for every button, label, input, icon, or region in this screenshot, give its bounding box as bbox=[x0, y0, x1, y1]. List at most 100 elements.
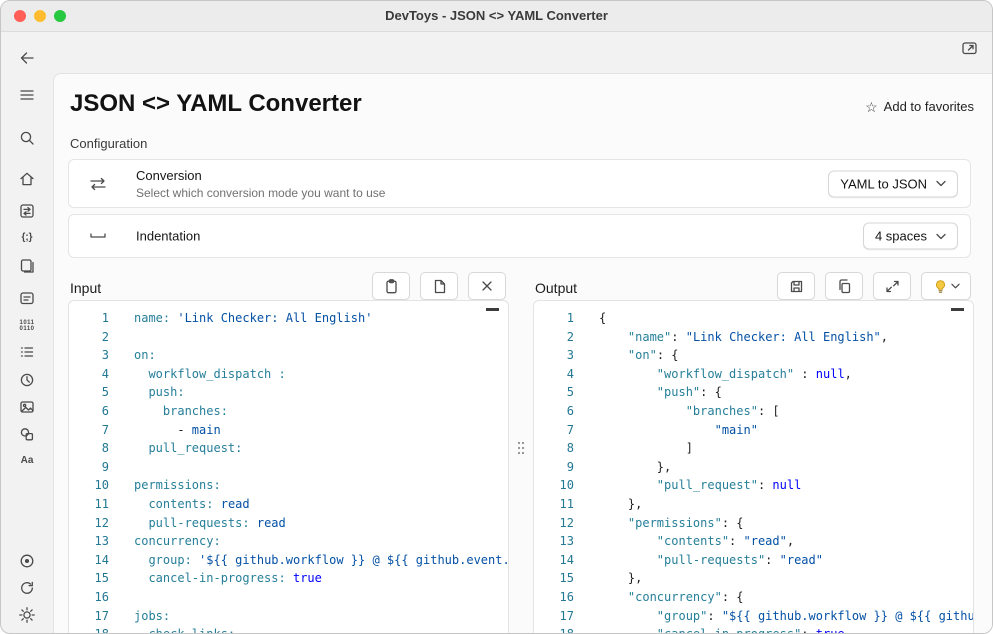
sidebar-item-list-tools[interactable] bbox=[12, 338, 42, 366]
code-text: "cancel-in-progress": true bbox=[574, 625, 845, 633]
conversion-mode-value: YAML to JSON bbox=[840, 176, 927, 191]
zoom-window-button[interactable] bbox=[54, 10, 66, 22]
code-line: 15 }, bbox=[534, 569, 973, 588]
code-line: 7 "main" bbox=[534, 421, 973, 440]
code-line: 10permissions: bbox=[69, 476, 508, 495]
feedback-button[interactable] bbox=[12, 547, 42, 575]
close-icon bbox=[480, 279, 494, 293]
line-number: 15 bbox=[534, 569, 574, 588]
code-line: 4 workflow_dispatch : bbox=[69, 365, 508, 384]
sidebar-item-generators[interactable] bbox=[12, 284, 42, 312]
sidebar-item-testers[interactable] bbox=[12, 366, 42, 394]
code-text: check-links: bbox=[109, 625, 235, 633]
scrollbar-marker bbox=[486, 308, 499, 311]
add-to-favorites-button[interactable]: ☆ Add to favorites bbox=[865, 99, 974, 114]
code-line: 13 "contents": "read", bbox=[534, 532, 973, 551]
line-number: 6 bbox=[69, 402, 109, 421]
braces-icon: {;} bbox=[21, 233, 32, 243]
output-editor[interactable]: 1{2 "name": "Link Checker: All English",… bbox=[533, 300, 974, 633]
configuration-heading: Configuration bbox=[70, 136, 147, 151]
code-text: "pull-requests": "read" bbox=[574, 551, 823, 570]
output-code[interactable]: 1{2 "name": "Link Checker: All English",… bbox=[534, 301, 973, 633]
code-text: group: '${{ github.workflow }} @ ${{ git… bbox=[109, 551, 509, 570]
line-number: 9 bbox=[69, 458, 109, 477]
code-line: 1{ bbox=[534, 309, 973, 328]
sidebar-item-color-tools[interactable] bbox=[12, 420, 42, 448]
copy-button[interactable] bbox=[825, 272, 863, 300]
code-line: 9 }, bbox=[534, 458, 973, 477]
code-text: "branches": [ bbox=[574, 402, 780, 421]
code-text: contents: read bbox=[109, 495, 250, 514]
sidebar-item-binary-tools[interactable]: 1011 0110 bbox=[12, 312, 42, 340]
code-text: branches: bbox=[109, 402, 228, 421]
expand-button[interactable] bbox=[873, 272, 911, 300]
code-text: pull_request: bbox=[109, 439, 242, 458]
hamburger-menu-icon bbox=[18, 86, 36, 104]
line-number: 18 bbox=[69, 625, 109, 633]
code-text: "workflow_dispatch" : null, bbox=[574, 365, 852, 384]
conversion-title: Conversion bbox=[136, 168, 202, 183]
sidebar-item-encoders-decoders[interactable]: {;} bbox=[12, 224, 42, 252]
code-text: workflow_dispatch : bbox=[109, 365, 286, 384]
code-text: cancel-in-progress: true bbox=[109, 569, 322, 588]
star-icon: ☆ bbox=[865, 100, 878, 114]
input-editor[interactable]: 1name: 'Link Checker: All English'23on:4… bbox=[68, 300, 509, 633]
code-text: "concurrency": { bbox=[574, 588, 744, 607]
code-text: }, bbox=[574, 458, 671, 477]
code-line: 8 pull_request: bbox=[69, 439, 508, 458]
check-updates-button[interactable] bbox=[12, 574, 42, 602]
detach-window-button[interactable] bbox=[959, 37, 979, 57]
indentation-select[interactable]: 4 spaces bbox=[863, 223, 958, 250]
sidebar: {;} 1011 0110 Aa bbox=[1, 31, 53, 633]
app-window: DevToys - JSON <> YAML Converter {;} bbox=[0, 0, 993, 634]
save-icon bbox=[788, 278, 805, 295]
shapes-icon bbox=[18, 425, 36, 443]
indentation-title: Indentation bbox=[136, 229, 200, 244]
settings-button[interactable] bbox=[12, 601, 42, 629]
code-line: 16 "concurrency": { bbox=[534, 588, 973, 607]
save-button[interactable] bbox=[777, 272, 815, 300]
paste-button[interactable] bbox=[372, 272, 410, 300]
converters-icon bbox=[18, 202, 36, 220]
code-text bbox=[109, 458, 134, 477]
copy-icon bbox=[836, 278, 853, 295]
line-number: 10 bbox=[69, 476, 109, 495]
sidebar-item-graphic-tools[interactable] bbox=[12, 393, 42, 421]
line-number: 1 bbox=[534, 309, 574, 328]
sidebar-item-formatters[interactable] bbox=[12, 252, 42, 280]
code-line: 3on: bbox=[69, 346, 508, 365]
code-text: on: bbox=[109, 346, 156, 365]
grip-dots-icon bbox=[516, 440, 526, 456]
indentation-setting-card: Indentation 4 spaces bbox=[68, 214, 971, 258]
panel-splitter-handle[interactable] bbox=[516, 440, 526, 456]
minimize-window-button[interactable] bbox=[34, 10, 46, 22]
code-line: 5 "push": { bbox=[534, 383, 973, 402]
sidebar-item-text-tools[interactable]: Aa bbox=[12, 447, 42, 475]
code-line: 2 "name": "Link Checker: All English", bbox=[534, 328, 973, 347]
sidebar-item-home[interactable] bbox=[12, 165, 42, 193]
sidebar-item-converters[interactable] bbox=[12, 197, 42, 225]
conversion-mode-select[interactable]: YAML to JSON bbox=[828, 170, 958, 197]
input-toolbar bbox=[372, 272, 506, 300]
input-code[interactable]: 1name: 'Link Checker: All English'23on:4… bbox=[69, 301, 508, 633]
code-line: 12 pull-requests: read bbox=[69, 514, 508, 533]
smart-suggestions-button[interactable] bbox=[921, 272, 971, 300]
open-file-button[interactable] bbox=[420, 272, 458, 300]
search-button[interactable] bbox=[12, 124, 42, 152]
list-icon bbox=[18, 343, 36, 361]
code-line: 12 "permissions": { bbox=[534, 514, 973, 533]
line-number: 12 bbox=[534, 514, 574, 533]
code-text: "main" bbox=[574, 421, 758, 440]
line-number: 17 bbox=[534, 607, 574, 626]
line-number: 11 bbox=[69, 495, 109, 514]
code-text: "permissions": { bbox=[574, 514, 744, 533]
close-window-button[interactable] bbox=[14, 10, 26, 22]
line-number: 7 bbox=[69, 421, 109, 440]
binary-icon: 1011 0110 bbox=[19, 320, 34, 332]
clear-input-button[interactable] bbox=[468, 272, 506, 300]
code-line: 16 bbox=[69, 588, 508, 607]
menu-button[interactable] bbox=[12, 81, 42, 109]
line-number: 12 bbox=[69, 514, 109, 533]
page-title: JSON <> YAML Converter bbox=[70, 90, 362, 118]
conversion-subtitle: Select which conversion mode you want to… bbox=[136, 186, 385, 200]
